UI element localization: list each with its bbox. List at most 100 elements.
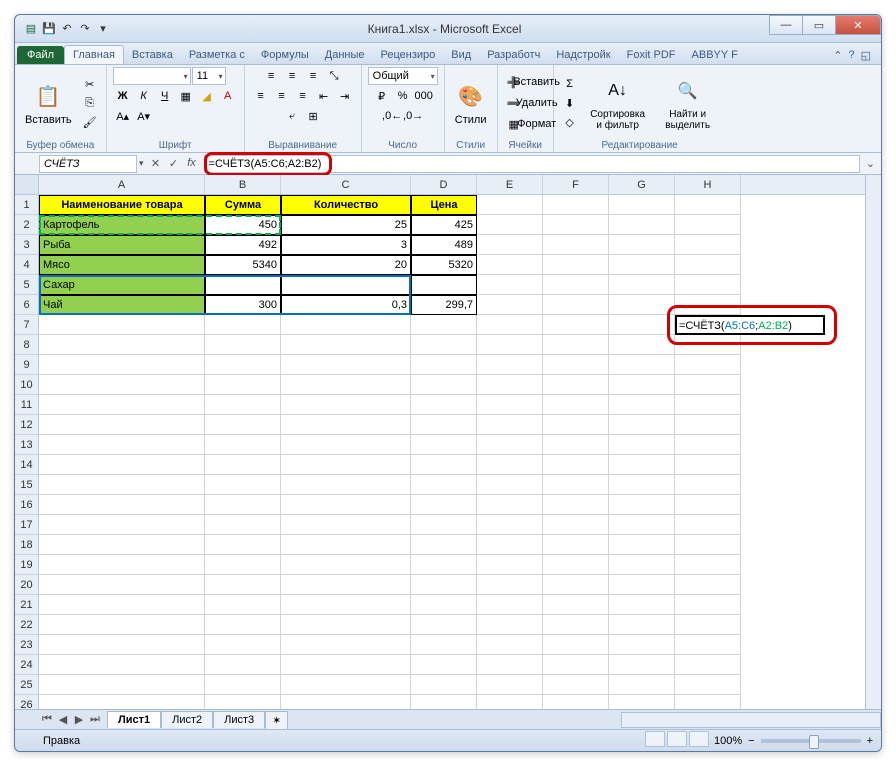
sheet-nav-first-icon[interactable]: ⏮	[39, 713, 55, 726]
row-header[interactable]: 2	[15, 215, 38, 235]
insert-cells-button[interactable]: ➕Вставить	[504, 73, 547, 91]
cell[interactable]: 492	[205, 235, 281, 255]
qat-dropdown-icon[interactable]: ▾	[95, 21, 111, 37]
undo-icon[interactable]: ↶	[59, 21, 75, 37]
tab-formulas[interactable]: Формулы	[253, 46, 317, 64]
row-header[interactable]: 12	[15, 415, 38, 435]
file-tab[interactable]: Файл	[17, 46, 64, 64]
comma-icon[interactable]: 000	[414, 87, 434, 105]
col-header[interactable]: C	[281, 175, 411, 194]
autosum-icon[interactable]: Σ	[560, 75, 580, 93]
sheet-nav-last-icon[interactable]: ⏭	[87, 713, 103, 726]
align-left-icon[interactable]: ≡	[251, 87, 271, 105]
cancel-formula-icon[interactable]: ✕	[148, 157, 164, 170]
row-header[interactable]: 24	[15, 655, 38, 675]
col-header[interactable]: E	[477, 175, 543, 194]
window-options-icon[interactable]: ◱	[861, 49, 871, 62]
row-header[interactable]: 9	[15, 355, 38, 375]
orientation-icon[interactable]: ⤡	[324, 67, 344, 85]
table-header[interactable]: Количество	[281, 195, 411, 215]
align-top-icon[interactable]: ≡	[261, 67, 281, 85]
paste-button[interactable]: 📋 Вставить	[21, 78, 76, 128]
table-header[interactable]: Сумма	[205, 195, 281, 215]
cell[interactable]	[205, 275, 281, 295]
delete-cells-button[interactable]: ➖Удалить	[504, 94, 547, 112]
col-header[interactable]: F	[543, 175, 609, 194]
tab-home[interactable]: Главная	[64, 45, 124, 64]
active-cell-edit[interactable]: =СЧЁТЗ(A5:C6;A2:B2)	[675, 315, 825, 335]
zoom-in-icon[interactable]: +	[867, 735, 873, 747]
italic-icon[interactable]: К	[134, 87, 154, 105]
cell[interactable]: 300	[205, 295, 281, 315]
fill-icon[interactable]: ⬇	[560, 94, 580, 112]
find-select-button[interactable]: 🔍 Найти и выделить	[656, 73, 720, 133]
increase-decimal-icon[interactable]: ,0←	[382, 107, 402, 125]
redo-icon[interactable]: ↷	[77, 21, 93, 37]
row-header[interactable]: 8	[15, 335, 38, 355]
normal-view-icon[interactable]	[645, 731, 665, 747]
tab-view[interactable]: Вид	[443, 46, 479, 64]
tab-page-layout[interactable]: Разметка с	[181, 46, 253, 64]
row-header[interactable]: 6	[15, 295, 38, 315]
col-header[interactable]: H	[675, 175, 741, 194]
zoom-slider[interactable]	[761, 739, 861, 743]
row-header[interactable]: 5	[15, 275, 38, 295]
number-format-combo[interactable]: Общий	[368, 67, 438, 85]
row-header[interactable]: 15	[15, 475, 38, 495]
row-header[interactable]: 7	[15, 315, 38, 335]
cell[interactable]: 20	[281, 255, 411, 275]
tab-addins[interactable]: Надстройк	[548, 46, 618, 64]
row-header[interactable]: 3	[15, 235, 38, 255]
cell[interactable]: Рыба	[39, 235, 205, 255]
maximize-button[interactable]: ▭	[802, 15, 836, 35]
cell[interactable]: 299,7	[411, 295, 477, 315]
minimize-button[interactable]: —	[769, 15, 803, 35]
font-color-icon[interactable]: A	[218, 87, 238, 105]
align-center-icon[interactable]: ≡	[272, 87, 292, 105]
cut-icon[interactable]: ✂	[80, 75, 100, 93]
fx-icon[interactable]: fx	[184, 157, 200, 170]
merge-icon[interactable]: ⊞	[303, 107, 323, 125]
cell[interactable]: Мясо	[39, 255, 205, 275]
sort-filter-button[interactable]: A↓ Сортировка и фильтр	[584, 73, 652, 133]
row-header[interactable]: 22	[15, 615, 38, 635]
cell[interactable]: 450	[205, 215, 281, 235]
decrease-font-icon[interactable]: A▾	[134, 107, 154, 125]
cell[interactable]: 5320	[411, 255, 477, 275]
cell[interactable]: 0,3	[281, 295, 411, 315]
col-header[interactable]: B	[205, 175, 281, 194]
enter-formula-icon[interactable]: ✓	[166, 157, 182, 170]
cell[interactable]: 489	[411, 235, 477, 255]
tab-insert[interactable]: Вставка	[124, 46, 181, 64]
cell[interactable]: Сахар	[39, 275, 205, 295]
tab-developer[interactable]: Разработч	[479, 46, 548, 64]
sheet-tab[interactable]: Лист1	[107, 711, 161, 728]
cell[interactable]: 5340	[205, 255, 281, 275]
format-cells-button[interactable]: ▦Формат	[504, 115, 547, 133]
select-all-corner[interactable]	[15, 175, 38, 195]
table-header[interactable]: Цена	[411, 195, 477, 215]
table-header[interactable]: Наименование товара	[39, 195, 205, 215]
increase-font-icon[interactable]: A▴	[113, 107, 133, 125]
font-size-combo[interactable]: 11	[192, 67, 226, 85]
cell[interactable]: Чай	[39, 295, 205, 315]
row-header[interactable]: 10	[15, 375, 38, 395]
cell[interactable]	[411, 275, 477, 295]
copy-icon[interactable]: ⎘	[80, 94, 100, 112]
underline-icon[interactable]: Ч	[155, 87, 175, 105]
worksheet-grid[interactable]: 1 2 3 4 5 6 7 8 9 10 11 12 13 14 15 16 1…	[15, 175, 881, 709]
format-painter-icon[interactable]: 🖌	[80, 113, 100, 131]
wrap-text-icon[interactable]: ⤶	[282, 107, 302, 125]
row-header[interactable]: 21	[15, 595, 38, 615]
decrease-decimal-icon[interactable]: ,0→	[403, 107, 423, 125]
cell[interactable]: 25	[281, 215, 411, 235]
row-header[interactable]: 19	[15, 555, 38, 575]
name-box[interactable]: СЧЁТЗ	[39, 155, 137, 173]
minimize-ribbon-icon[interactable]: ⌃	[833, 49, 842, 62]
row-header[interactable]: 25	[15, 675, 38, 695]
col-header[interactable]: G	[609, 175, 675, 194]
clear-icon[interactable]: ◇	[560, 113, 580, 131]
help-icon[interactable]: ?	[848, 49, 854, 62]
page-break-view-icon[interactable]	[689, 731, 709, 747]
sheet-tab[interactable]: Лист2	[161, 711, 213, 728]
